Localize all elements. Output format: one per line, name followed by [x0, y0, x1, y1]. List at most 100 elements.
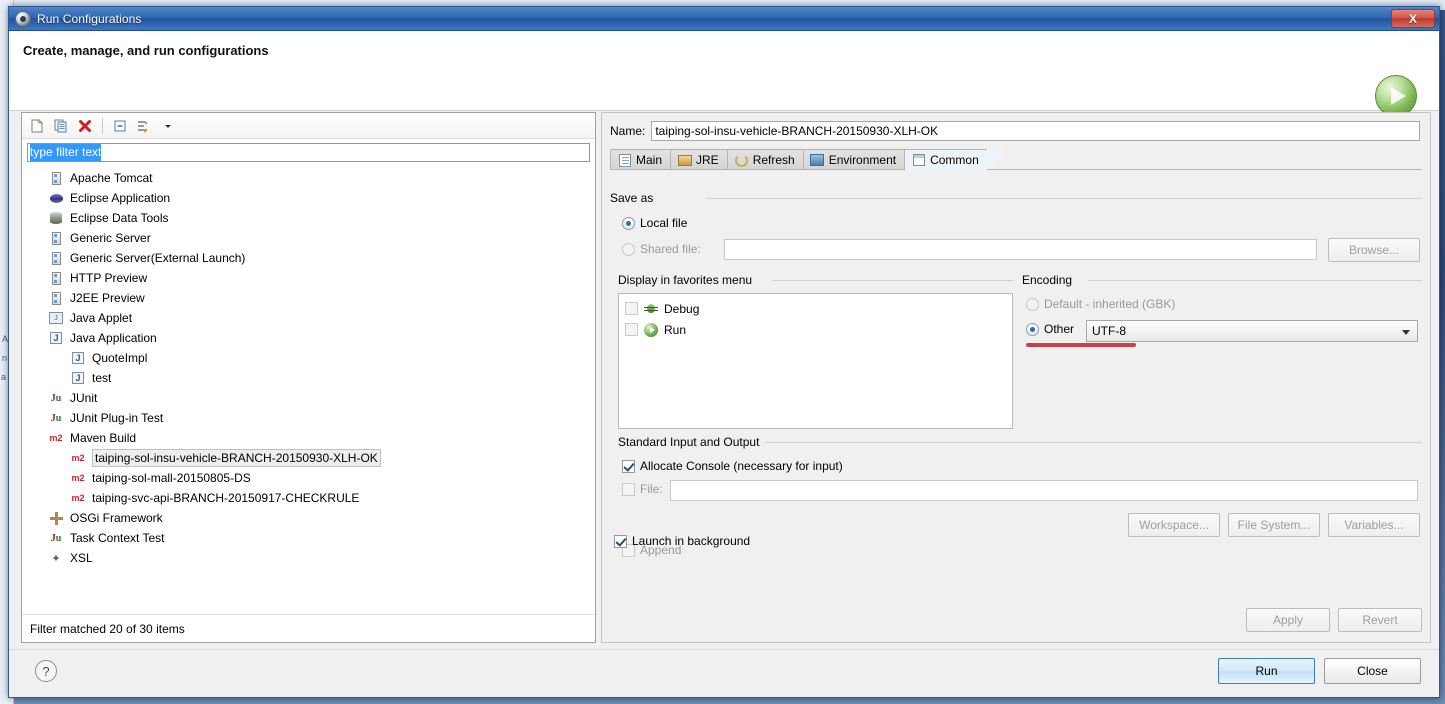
tree-item[interactable]: Generic Server(External Launch)	[22, 248, 595, 268]
tab-jre[interactable]: JRE	[670, 149, 727, 170]
encoding-other-radio[interactable]: Other	[1026, 322, 1074, 336]
close-window-button[interactable]: X	[1391, 9, 1435, 28]
tree-item[interactable]: J Java Applet	[22, 308, 595, 328]
allocate-console-checkbox[interactable]: Allocate Console (necessary for input)	[622, 459, 843, 473]
tree-item-label: Maven Build	[70, 431, 137, 445]
file-system-button[interactable]: File System...	[1228, 513, 1320, 537]
configuration-tabs[interactable]: Main JRE Refresh Environment Common	[610, 149, 1430, 171]
tree-item[interactable]: J Java Application	[22, 328, 595, 348]
favorites-item-label: Debug	[664, 301, 700, 316]
workspace-button[interactable]: Workspace...	[1128, 513, 1220, 537]
java-applet-icon: J	[48, 310, 64, 326]
favorites-group: Display in favorites menu Debug Run	[618, 273, 1013, 429]
duplicate-launch-configuration-icon[interactable]	[50, 115, 72, 137]
tree-item[interactable]: m2 Maven Build	[22, 428, 595, 448]
question-mark-icon: ?	[42, 663, 50, 679]
close-icon: X	[1408, 11, 1417, 26]
apply-revert-row: Apply Revert	[1246, 608, 1422, 632]
tree-item[interactable]: Eclipse Data Tools	[22, 208, 595, 228]
common-tab-icon	[911, 153, 926, 167]
tree-item[interactable]: Ju JUnit	[22, 388, 595, 408]
apply-button[interactable]: Apply	[1246, 608, 1330, 632]
variables-button[interactable]: Variables...	[1328, 513, 1420, 537]
tree-item[interactable]: OSGi Framework	[22, 508, 595, 528]
server-icon	[48, 270, 64, 286]
save-as-local-file-radio[interactable]: Local file	[622, 216, 687, 230]
launch-configuration-tree[interactable]: Apache Tomcat Eclipse Application Eclipse …	[22, 166, 595, 614]
tree-item[interactable]: m2 taiping-sol-mall-20150805-DS	[22, 468, 595, 488]
encoding-group: Encoding Default - inherited (GBK) Other…	[1022, 273, 1422, 347]
main-tab-icon	[617, 153, 632, 167]
encoding-default-radio[interactable]: Default - inherited (GBK)	[1026, 297, 1175, 311]
run-button[interactable]: Run	[1218, 658, 1315, 684]
java-application-icon: J	[70, 370, 86, 386]
database-icon	[48, 210, 64, 226]
tab-label: Main	[636, 153, 663, 167]
tree-item[interactable]: Jtest	[22, 368, 595, 388]
encoding-other-label: Other	[1044, 322, 1075, 336]
radio-icon	[622, 216, 635, 230]
osgi-icon	[48, 510, 64, 526]
java-application-icon: J	[48, 330, 64, 346]
search-input[interactable]: type filter text	[27, 143, 590, 162]
tree-item-label: Eclipse Application	[70, 191, 171, 205]
new-launch-configuration-icon[interactable]	[26, 115, 48, 137]
tree-item[interactable]: Apache Tomcat	[22, 168, 595, 188]
tree-item[interactable]: J QuoteImpl	[22, 348, 595, 368]
launch-in-background-checkbox[interactable]: Launch in background	[614, 534, 750, 548]
tab-label: Refresh	[752, 153, 795, 167]
revert-button[interactable]: Revert	[1338, 608, 1422, 632]
collapse-all-icon[interactable]	[109, 115, 131, 137]
tree-item[interactable]: m2 taiping-svc-api-BRANCH-20150917-CHECKR…	[22, 488, 595, 508]
tree-item[interactable]: m2 taiping-sol-insu-vehicle-BRANCH-201509…	[22, 448, 595, 468]
maven-icon: m2	[71, 453, 85, 463]
tree-item[interactable]: HTTP Preview	[22, 268, 595, 288]
configuration-name-input[interactable]	[651, 121, 1420, 141]
tree-item[interactable]: ✦ XSL	[22, 548, 595, 568]
tab-common[interactable]: Common	[904, 149, 987, 171]
tree-item-label: Generic Server(External Launch)	[70, 251, 246, 265]
maven-icon: m2	[49, 433, 63, 443]
dialog-titlebar: Run Configurations X	[9, 7, 1439, 31]
shared-file-input[interactable]	[724, 239, 1317, 260]
tree-item[interactable]: Eclipse Application	[22, 188, 595, 208]
tree-item[interactable]: Generic Server	[22, 228, 595, 248]
encoding-highlight-underline	[1026, 343, 1136, 347]
favorites-item[interactable]: Debug	[625, 298, 1012, 319]
tree-item-label: Eclipse Data Tools	[70, 211, 169, 225]
tab-environment[interactable]: Environment	[802, 149, 905, 170]
server-icon	[48, 230, 64, 246]
tree-item[interactable]: Ju Task Context Test	[22, 528, 595, 548]
checkbox-icon[interactable]	[625, 323, 638, 336]
favorites-list[interactable]: Debug Run	[618, 293, 1013, 429]
toolbar-dropdown-arrow-icon[interactable]	[157, 115, 179, 137]
environment-tab-icon	[810, 153, 825, 167]
encoding-combo[interactable]: UTF-8	[1086, 320, 1418, 342]
common-tab-content: Save as Local file Shared file: Browse..…	[610, 191, 1422, 594]
save-as-shared-file-radio[interactable]: Shared file:	[622, 242, 701, 256]
favorites-item[interactable]: Run	[625, 319, 1012, 340]
tab-main[interactable]: Main	[610, 149, 671, 170]
save-as-group: Save as Local file Shared file: Browse..…	[610, 191, 1422, 263]
close-button[interactable]: Close	[1324, 658, 1421, 684]
dialog-footer: ? Run Close	[9, 649, 1439, 697]
file-checkbox[interactable]: File:	[622, 482, 663, 496]
tree-item-label: Java Application	[70, 331, 157, 345]
tab-refresh[interactable]: Refresh	[726, 149, 803, 170]
delete-launch-configuration-icon[interactable]	[74, 115, 96, 137]
tree-item-label: J2EE Preview	[70, 291, 145, 305]
maven-icon: m2	[71, 493, 85, 503]
tree-item[interactable]: Ju JUnit Plug-in Test	[22, 408, 595, 428]
filter-launch-configurations-icon[interactable]	[133, 115, 155, 137]
tree-item-label: QuoteImpl	[92, 351, 148, 365]
tree-item-label: test	[92, 371, 112, 385]
java-application-icon: J	[70, 350, 86, 366]
output-file-input[interactable]	[670, 480, 1418, 501]
checkbox-icon[interactable]	[625, 302, 638, 315]
launch-configuration-tree-panel: type filter text Apache Tomcat Eclipse Ap…	[21, 112, 596, 643]
browse-button[interactable]: Browse...	[1328, 238, 1420, 262]
help-button[interactable]: ?	[35, 660, 57, 682]
tree-item[interactable]: J2EE Preview	[22, 288, 595, 308]
xsl-icon: ✦	[51, 552, 61, 565]
encoding-combo-value: UTF-8	[1092, 324, 1126, 338]
